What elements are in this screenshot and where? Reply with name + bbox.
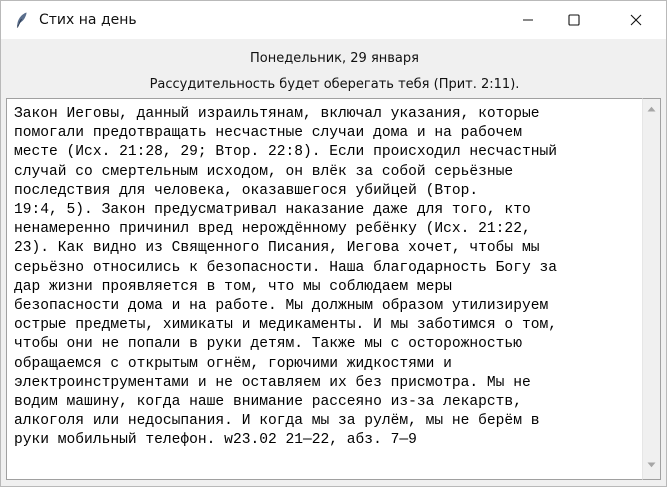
text-line: Закон Иеговы, данный израильтянам, включ… bbox=[14, 106, 540, 122]
scroll-up-arrow-icon[interactable] bbox=[647, 106, 656, 112]
close-icon bbox=[630, 14, 642, 26]
text-line: последствия для человека, оказавшегося у… bbox=[14, 182, 479, 199]
text-line: руки мобильный телефон. w23.02 21—22, аб… bbox=[14, 432, 417, 449]
date-label: Понедельник, 29 января bbox=[250, 51, 419, 66]
text-line: 23). Как видно из Священного Писания, Ие… bbox=[14, 240, 540, 257]
text-line: дар жизни проявляется в том, что мы собл… bbox=[14, 278, 452, 295]
feather-icon bbox=[13, 11, 31, 29]
minimize-button[interactable] bbox=[505, 1, 551, 39]
maximize-icon bbox=[568, 14, 580, 26]
text-line: помогали предотвращать несчастные случаи… bbox=[14, 125, 522, 142]
scroll-down-arrow-icon[interactable] bbox=[647, 462, 656, 468]
text-line: чтобы они не попали в руки детям. Также … bbox=[14, 336, 522, 353]
close-button[interactable] bbox=[613, 1, 659, 39]
text-line: обращаемся с открытым огнём, горючими жи… bbox=[14, 355, 452, 372]
text-line: острые предметы, химикаты и медикаменты.… bbox=[14, 317, 557, 334]
text-line: водим машину, когда наше внимание рассея… bbox=[14, 394, 522, 411]
text-line: электроинструментами и не оставляем их б… bbox=[14, 374, 531, 391]
text-line: 19:4, 5). Закон предусматривал наказание… bbox=[14, 202, 531, 219]
minimize-icon bbox=[523, 19, 533, 21]
text-line: случай со смертельным исходом, он влёк з… bbox=[14, 163, 514, 180]
app-window: Стих на день Понедельник, 29 января Расс… bbox=[0, 0, 667, 487]
maximize-button[interactable] bbox=[551, 1, 597, 39]
text-line: безопасности дома и на работе. Мы должны… bbox=[14, 298, 549, 315]
commentary-text-area[interactable]: Закон Иеговы, данный израильтянам, включ… bbox=[6, 98, 642, 480]
title-bar[interactable]: Стих на день bbox=[1, 1, 666, 39]
text-line: серьёзно относились к безопасности. Наша… bbox=[14, 259, 557, 276]
vertical-scrollbar[interactable] bbox=[642, 98, 661, 480]
text-line: ненамеренно причинил вред нерождённому р… bbox=[14, 221, 531, 238]
verse-label: Рассудительность будет оберегать тебя (П… bbox=[149, 77, 520, 92]
window-title: Стих на день bbox=[39, 12, 137, 28]
text-line: алкоголя или недосыпания. И когда мы за … bbox=[14, 413, 540, 430]
commentary-text: Закон Иеговы, данный израильтянам, включ… bbox=[14, 105, 642, 451]
text-line: месте (Исх. 21:28, 29; Втор. 22:8). Если… bbox=[14, 144, 557, 161]
